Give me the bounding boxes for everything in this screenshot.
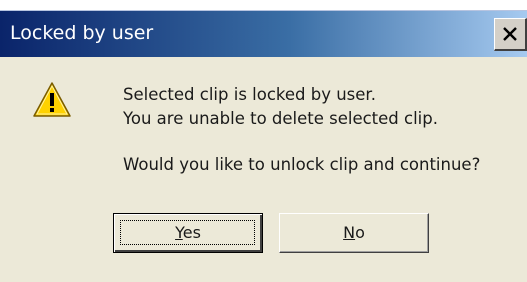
message-line-2: You are unable to delete selected clip.	[123, 109, 438, 128]
focus-rect	[120, 220, 255, 245]
yes-button[interactable]: Yes	[113, 213, 263, 253]
message-line-3: Would you like to unlock clip and contin…	[123, 155, 481, 174]
no-label-rest: o	[355, 223, 365, 242]
close-icon	[503, 27, 517, 41]
no-mnemonic: N	[343, 223, 356, 242]
warning-icon	[33, 82, 71, 117]
dialog-window: Locked by user Selected clip is locked b…	[0, 10, 527, 282]
message-text: Selected clip is locked by user. You are…	[123, 83, 480, 177]
no-button[interactable]: No	[279, 213, 429, 253]
title-bar[interactable]: Locked by user	[0, 11, 527, 57]
message-line-1: Selected clip is locked by user.	[123, 85, 376, 104]
close-button[interactable]	[494, 18, 527, 51]
window-title: Locked by user	[10, 22, 154, 44]
